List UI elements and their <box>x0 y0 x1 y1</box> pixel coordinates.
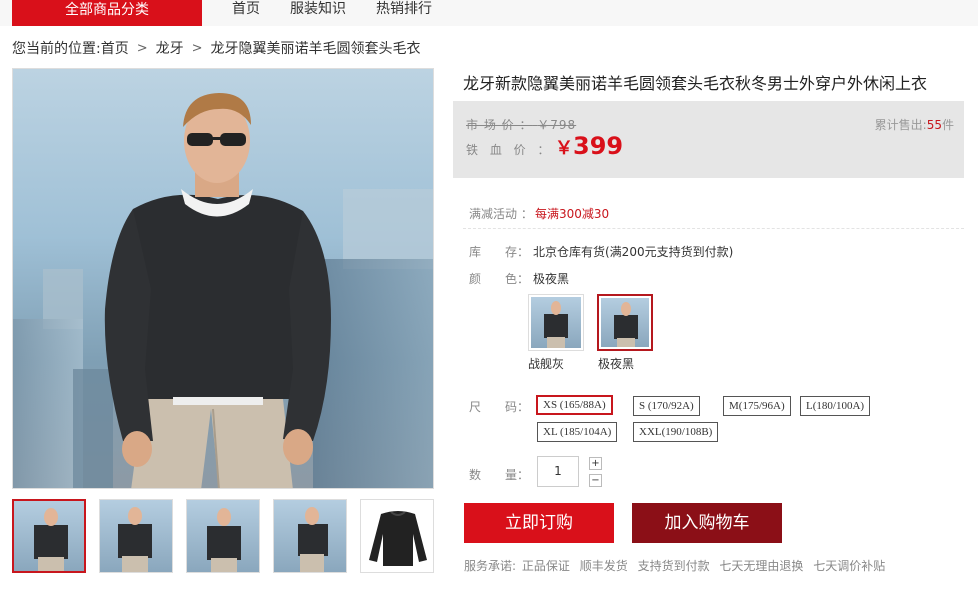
sale-price-value: 399 <box>573 132 624 160</box>
sale-price: ￥399 <box>555 132 623 160</box>
model-figure <box>104 93 331 488</box>
stock-value: 北京仓库有货(满200元支持货到付款) <box>533 245 734 259</box>
main-product-image[interactable] <box>12 68 434 489</box>
currency-symbol: ￥ <box>555 138 573 159</box>
service-item: 正品保证 <box>521 559 570 573</box>
quantity-decrease-button[interactable]: − <box>589 474 602 487</box>
nav-link-home[interactable]: 首页 <box>232 0 260 18</box>
sweater-product-figure <box>369 511 427 566</box>
promo-value: 每满300减30 <box>535 207 610 221</box>
color-option-gray-label[interactable]: 战舰灰 <box>528 355 564 372</box>
breadcrumb-item-brand[interactable]: 龙牙 <box>156 38 184 58</box>
size-option-l[interactable]: L(180/100A) <box>800 396 871 416</box>
chevron-right-icon: > <box>136 40 148 56</box>
color-label: 颜 色： <box>469 272 530 286</box>
size-label: 尺 码： <box>469 400 530 414</box>
breadcrumb-prefix: 您当前的位置: <box>12 41 101 57</box>
promo-label: 满减活动 ： <box>469 207 533 221</box>
sold-count-value: 55 <box>926 118 942 132</box>
thumbnail-2[interactable] <box>99 499 173 573</box>
thumbnail-strip <box>12 499 436 573</box>
breadcrumb: 您当前的位置: 首页 > 龙牙 > 龙牙隐翼美丽诺羊毛圆领套头毛衣 <box>12 38 421 58</box>
color-value: 极夜黑 <box>533 272 570 286</box>
color-swatch-image <box>531 297 581 348</box>
chevron-right-icon: > <box>191 40 203 56</box>
sold-unit: 件 <box>941 118 954 132</box>
thumbnail-figure <box>34 508 68 571</box>
service-label: 服务承诺: <box>464 559 517 573</box>
nav-link-clothing-knowledge[interactable]: 服装知识 <box>290 0 346 18</box>
thumbnail-3[interactable] <box>186 499 260 573</box>
sold-label: 累计售出: <box>874 118 927 132</box>
color-option-gray[interactable] <box>528 294 584 351</box>
service-item: 七天调价补贴 <box>813 559 886 573</box>
buy-now-button[interactable]: 立即订购 <box>464 503 614 543</box>
service-promises: 服务承诺: 正品保证 顺丰发货 支持货到付款 七天无理由退换 七天调价补贴 <box>464 557 891 574</box>
size-option-m[interactable]: M(175/96A) <box>723 396 791 416</box>
market-price-label: 市 场 价 ： <box>466 118 533 132</box>
quantity-input[interactable]: 1 <box>537 456 579 487</box>
breadcrumb-item-product: 龙牙隐翼美丽诺羊毛圆领套头毛衣 <box>210 41 421 57</box>
product-title: 龙牙新款隐翼美丽诺羊毛圆领套头毛衣秋冬男士外穿户外休闲上衣 <box>463 74 928 93</box>
thumbnail-figure <box>118 507 152 572</box>
nav-link-bestsellers[interactable]: 热销排行 <box>376 0 432 18</box>
service-item: 顺丰发货 <box>579 559 628 573</box>
top-nav-bar: 全部商品分类 首页 服装知识 热销排行 <box>0 0 978 26</box>
price-label: 铁 血 价 ： <box>466 143 554 157</box>
thumbnail-figure <box>207 508 241 572</box>
market-price: 市 场 价 ： ￥798 <box>466 116 576 133</box>
size-option-xs[interactable]: XS (165/88A) <box>536 395 613 415</box>
quantity-increase-button[interactable]: + <box>589 457 602 470</box>
swatch-figure <box>544 301 568 348</box>
size-option-s[interactable]: S (170/92A) <box>633 396 700 416</box>
thumbnail-5[interactable] <box>360 499 434 573</box>
all-categories-button[interactable]: 全部商品分类 <box>12 0 202 26</box>
color-swatch-image <box>601 298 649 347</box>
market-price-value: ￥798 <box>537 118 577 132</box>
divider <box>463 228 964 229</box>
thumbnail-figure <box>298 507 328 572</box>
swatch-figure <box>614 302 638 347</box>
price-box: 市 场 价 ： ￥798 累计售出:55件 铁 血 价 ： ￥399 <box>453 101 964 178</box>
stock-label: 库 存： <box>469 245 530 259</box>
thumbnail-4[interactable] <box>273 499 347 573</box>
quantity-label: 数 量： <box>469 468 530 482</box>
size-option-xxl[interactable]: XXL(190/108B) <box>633 422 719 442</box>
size-option-xl[interactable]: XL (185/104A) <box>537 422 618 442</box>
add-to-cart-button[interactable]: 加入购物车 <box>632 503 782 543</box>
service-item: 七天无理由退换 <box>719 559 804 573</box>
color-option-black[interactable] <box>597 294 653 351</box>
color-option-black-label[interactable]: 极夜黑 <box>598 355 634 372</box>
sold-count: 累计售出:55件 <box>875 116 954 133</box>
thumbnail-1[interactable] <box>12 499 86 573</box>
breadcrumb-item-home[interactable]: 首页 <box>101 38 129 58</box>
service-item: 支持货到付款 <box>637 559 710 573</box>
